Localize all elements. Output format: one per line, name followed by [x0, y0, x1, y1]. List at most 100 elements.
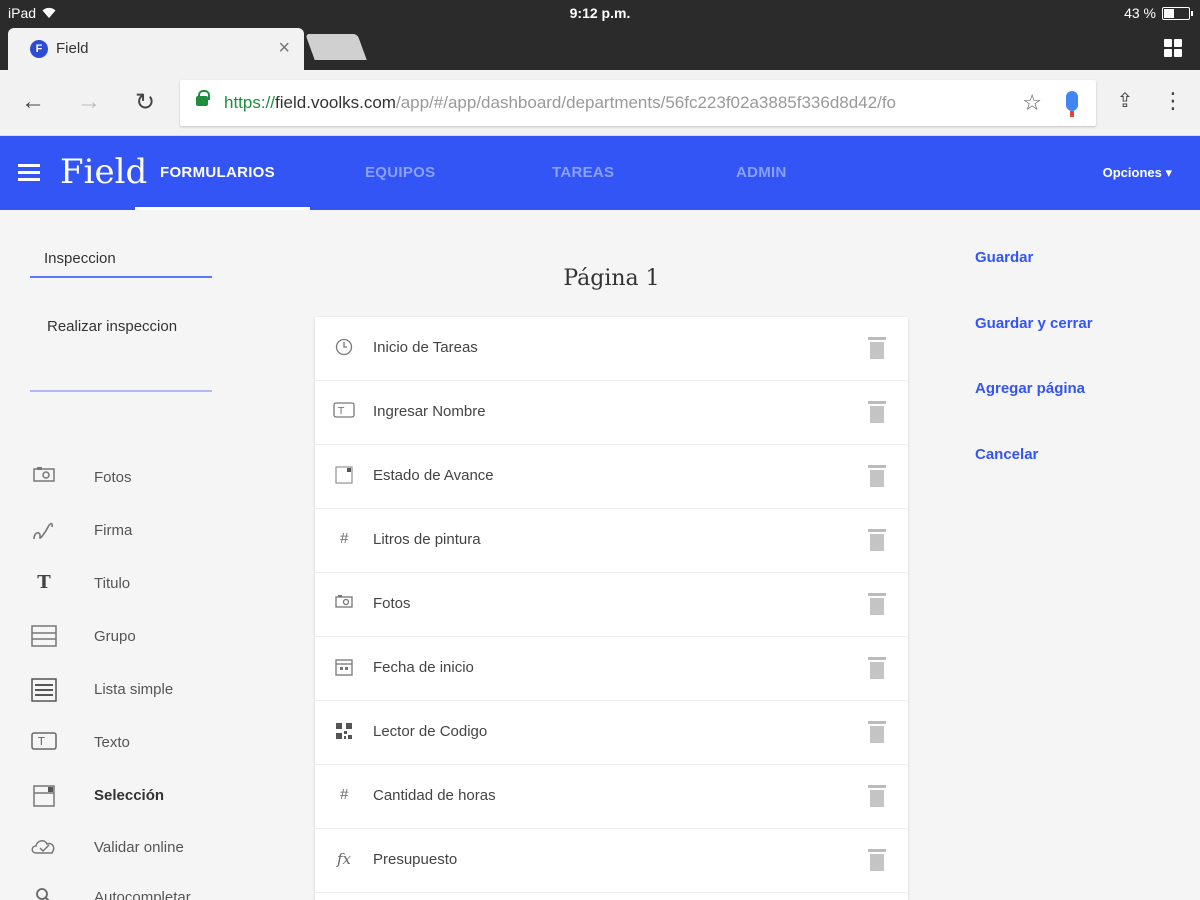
- trash-icon[interactable]: [868, 785, 886, 807]
- selection-icon: [333, 466, 355, 488]
- nav-equipos[interactable]: EQUIPOS: [365, 164, 435, 181]
- bookmark-star-icon[interactable]: ☆: [1022, 90, 1042, 116]
- field-label: Fotos: [373, 595, 411, 612]
- camera-icon: [333, 594, 355, 616]
- battery-fill: [1164, 8, 1174, 18]
- reload-icon[interactable]: ↻: [130, 88, 160, 117]
- tool-label: Selección: [94, 787, 165, 804]
- tool-label: Lista simple: [94, 681, 174, 698]
- close-tab-icon[interactable]: ×: [278, 37, 290, 60]
- title-icon: T: [37, 572, 51, 593]
- more-menu-icon[interactable]: ⋮: [1158, 88, 1188, 114]
- browser-tab[interactable]: F Field ×: [8, 28, 304, 70]
- tool-seleccion[interactable]: Selección: [28, 782, 288, 812]
- field-label: Litros de pintura: [373, 531, 481, 548]
- svg-text:T: T: [337, 406, 345, 417]
- tool-fotos[interactable]: Fotos: [28, 464, 288, 494]
- trash-icon[interactable]: [868, 529, 886, 551]
- tool-texto[interactable]: T Texto: [28, 729, 288, 759]
- tab-switcher-icon[interactable]: [1164, 39, 1182, 57]
- search-icon: [28, 886, 60, 900]
- field-label: Ingresar Nombre: [373, 403, 486, 420]
- tool-grupo[interactable]: Grupo: [28, 623, 288, 653]
- browser-tab-strip: F Field ×: [0, 28, 1200, 70]
- microphone-icon[interactable]: [1066, 91, 1078, 117]
- nav-tareas[interactable]: TAREAS: [552, 164, 614, 181]
- tool-label: Validar online: [94, 839, 184, 856]
- tool-label: Autocompletar: [94, 889, 191, 900]
- field-row[interactable]: # Litros de pintura: [315, 509, 908, 573]
- tool-lista-simple[interactable]: Lista simple: [28, 676, 288, 706]
- forward-arrow-icon[interactable]: →: [74, 88, 104, 116]
- tool-label: Fotos: [94, 469, 132, 486]
- save-button[interactable]: Guardar: [975, 249, 1033, 266]
- back-arrow-icon[interactable]: ←: [18, 88, 48, 116]
- svg-text:T: T: [37, 735, 45, 748]
- formula-icon: fx: [336, 850, 351, 868]
- tool-validar-online[interactable]: Validar online: [28, 834, 288, 864]
- field-label: Estado de Avance: [373, 467, 494, 484]
- brand-logo: Field: [60, 152, 148, 192]
- field-favicon-icon: F: [30, 40, 48, 58]
- url-scheme: https://: [224, 93, 276, 112]
- status-time: 9:12 p.m.: [569, 5, 631, 21]
- url-path: /app/#/app/dashboard/departments/56fc223…: [395, 93, 896, 112]
- active-nav-indicator: [135, 207, 310, 210]
- clock-icon: [333, 338, 355, 360]
- status-right: 43 %: [1124, 5, 1193, 21]
- field-row[interactable]: # Cantidad de horas: [315, 765, 908, 829]
- battery-icon: [1162, 6, 1193, 20]
- trash-icon[interactable]: [868, 849, 886, 871]
- cancel-button[interactable]: Cancelar: [975, 446, 1038, 463]
- lock-icon: [196, 90, 210, 106]
- tool-label: Firma: [94, 522, 133, 539]
- field-label: Presupuesto: [373, 851, 458, 868]
- text-icon: T: [28, 731, 60, 755]
- calendar-icon: [333, 658, 355, 680]
- nav-formularios[interactable]: FORMULARIOS: [160, 164, 275, 181]
- field-label: Lector de Codigo: [373, 723, 488, 740]
- options-dropdown[interactable]: Opciones ▾: [1103, 165, 1172, 181]
- address-bar[interactable]: https://field.voolks.com/app/#/app/dashb…: [180, 80, 1096, 126]
- tool-autocompletar[interactable]: Autocompletar: [28, 884, 288, 900]
- share-icon[interactable]: ⇪: [1110, 88, 1140, 113]
- qr-code-icon: [333, 722, 355, 744]
- field-row[interactable]: Lector de Codigo: [315, 701, 908, 765]
- field-row[interactable]: fx Presupuesto: [315, 829, 908, 893]
- hamburger-menu-icon[interactable]: [18, 164, 40, 182]
- field-label: Fecha de inicio: [373, 659, 474, 676]
- tool-firma[interactable]: Firma: [28, 517, 288, 547]
- save-and-close-button[interactable]: Guardar y cerrar: [975, 315, 1093, 332]
- tool-label: Titulo: [94, 575, 131, 592]
- number-icon: #: [339, 786, 349, 803]
- field-row[interactable]: T Ingresar Nombre: [315, 381, 908, 445]
- field-row[interactable]: Fotos: [315, 573, 908, 637]
- tab-title: Field: [56, 40, 89, 57]
- field-label: Inicio de Tareas: [373, 339, 478, 356]
- page-title: Página 1: [563, 266, 660, 291]
- text-icon: T: [333, 402, 355, 424]
- url-text[interactable]: https://field.voolks.com/app/#/app/dashb…: [224, 93, 1014, 113]
- trash-icon[interactable]: [868, 657, 886, 679]
- trash-icon[interactable]: [868, 593, 886, 615]
- url-host: field.voolks.com: [275, 93, 396, 112]
- form-description-input[interactable]: Realizar inspeccion: [30, 310, 212, 392]
- new-tab-button[interactable]: [305, 34, 367, 60]
- number-icon: #: [339, 530, 349, 547]
- field-row[interactable]: Inicio de Tareas: [315, 317, 908, 381]
- nav-admin[interactable]: ADMIN: [736, 164, 787, 181]
- form-name-input[interactable]: Inspeccion: [30, 244, 212, 278]
- tool-label: Grupo: [94, 628, 136, 645]
- trash-icon[interactable]: [868, 465, 886, 487]
- page-fields-card: Inicio de Tareas T Ingresar Nombre Estad…: [315, 317, 908, 900]
- trash-icon[interactable]: [868, 337, 886, 359]
- trash-icon[interactable]: [868, 401, 886, 423]
- field-row[interactable]: Estado de Avance: [315, 445, 908, 509]
- add-page-button[interactable]: Agregar página: [975, 380, 1085, 397]
- battery-percent: 43 %: [1124, 5, 1156, 21]
- tool-titulo[interactable]: T Titulo: [28, 570, 288, 600]
- field-row[interactable]: Fecha de inicio: [315, 637, 908, 701]
- list-icon: [28, 678, 60, 702]
- trash-icon[interactable]: [868, 721, 886, 743]
- group-icon: [28, 625, 60, 649]
